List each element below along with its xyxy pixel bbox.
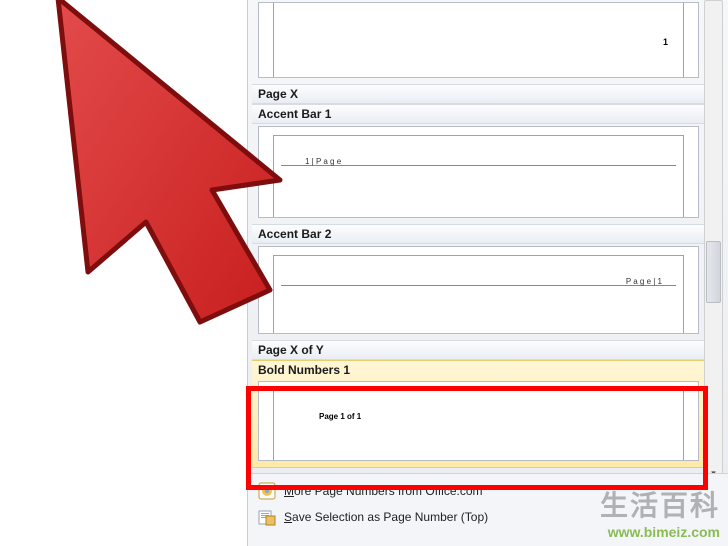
category-header-page-x-of-y: Page X of Y: [252, 340, 705, 360]
gallery-item-bold-numbers-1-wrapper: Bold Numbers 1 Page 1 of 1: [252, 360, 705, 468]
gallery-footer: More Page Numbers from Office.com Save S…: [248, 473, 728, 546]
preview-text: Page 1 of 1: [319, 412, 361, 421]
office-icon: [258, 482, 276, 500]
page-number-gallery-panel: 1 Page X Accent Bar 1 1 | P a g e Accent…: [247, 0, 728, 546]
category-header-accent-bar-1: Accent Bar 1: [252, 104, 705, 124]
more-page-numbers-link[interactable]: More Page Numbers from Office.com: [248, 478, 728, 504]
save-selection-icon: [258, 508, 276, 526]
save-selection-label: Save Selection as Page Number (Top): [284, 510, 488, 524]
gallery-item-bold-numbers-1[interactable]: Page 1 of 1: [258, 381, 699, 461]
save-selection-link[interactable]: Save Selection as Page Number (Top): [248, 504, 728, 530]
gallery-item-accent-bar-2[interactable]: P a g e | 1: [258, 246, 699, 334]
preview-text: 1 | P a g e: [305, 157, 341, 166]
preview-page-number: 1: [663, 37, 668, 47]
preview-text: P a g e | 1: [626, 277, 662, 286]
more-page-numbers-label: More Page Numbers from Office.com: [284, 484, 483, 498]
gallery-item-plain-number-3[interactable]: 1: [258, 2, 699, 78]
gallery-item-accent-bar-1[interactable]: 1 | P a g e: [258, 126, 699, 218]
scrollbar-thumb[interactable]: [706, 241, 721, 303]
category-header-accent-bar-2: Accent Bar 2: [252, 224, 705, 244]
gallery-scroll-area: 1 Page X Accent Bar 1 1 | P a g e Accent…: [252, 0, 705, 482]
gallery-scrollbar[interactable]: ▾: [704, 0, 723, 482]
category-header-bold-numbers-1: Bold Numbers 1: [252, 361, 705, 379]
category-header-page-x: Page X: [252, 84, 705, 104]
